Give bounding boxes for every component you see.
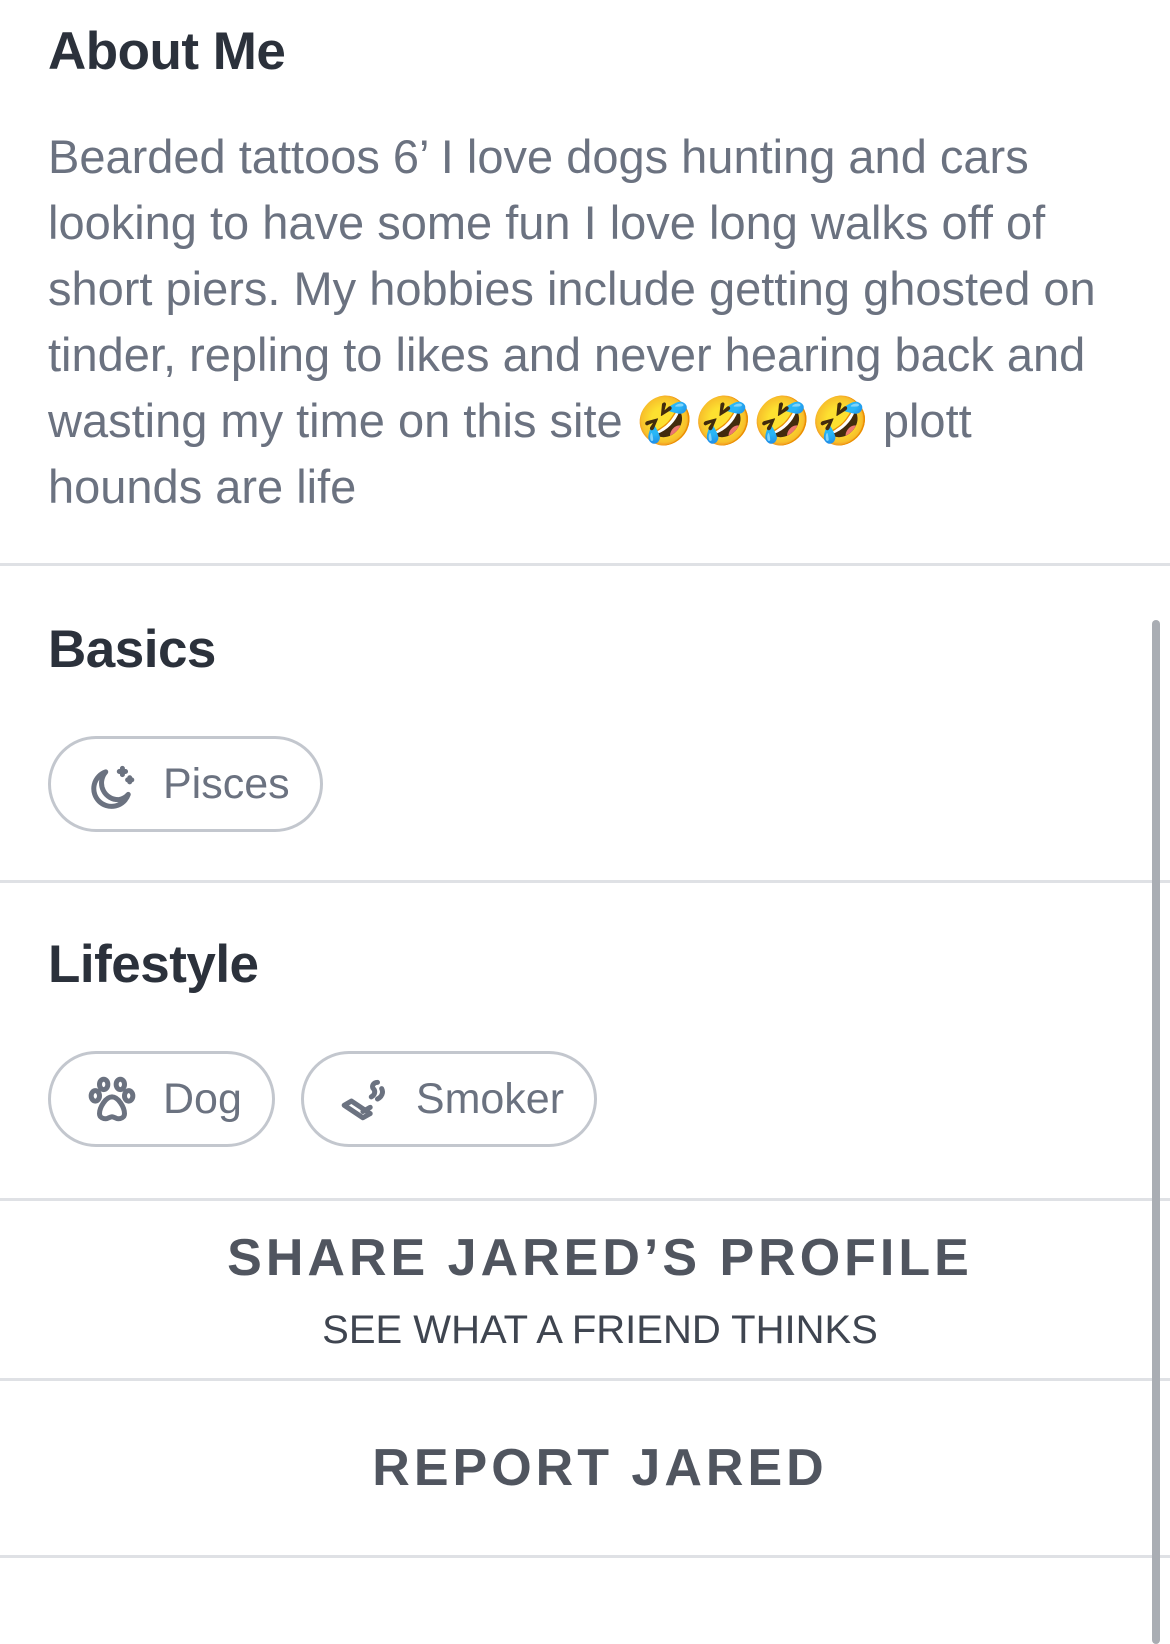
lifestyle-chips: Dog Smoker [48,1051,1122,1147]
share-profile-title: SHARE JARED’S PROFILE [227,1229,973,1287]
chip-pisces[interactable]: Pisces [48,736,323,832]
paw-icon [88,1076,136,1122]
report-button[interactable]: REPORT JARED [0,1381,1170,1558]
lifestyle-title: Lifestyle [48,935,259,994]
cigarette-icon [341,1079,385,1121]
chip-label: Pisces [163,759,290,808]
moon-stars-icon [91,765,135,809]
chip-smoker[interactable]: Smoker [300,1051,598,1147]
scrollbar[interactable] [1152,620,1160,1644]
about-me-title: About Me [48,22,286,81]
share-profile-button[interactable]: SHARE JARED’S PROFILE SEE WHAT A FRIEND … [0,1201,1170,1381]
profile-details-page: About Me Bearded tattoos 6’ I love dogs … [0,0,1170,1644]
chip-label: Dog [163,1074,242,1123]
chip-label: Smoker [415,1074,565,1123]
share-profile-subtitle: SEE WHAT A FRIEND THINKS [322,1308,878,1352]
basics-section: Basics Pisces [0,566,1170,883]
report-title: REPORT JARED [372,1439,828,1497]
basics-chips: Pisces [48,736,1122,832]
about-me-section: About Me Bearded tattoos 6’ I love dogs … [0,0,1170,566]
basics-title: Basics [48,620,216,679]
chip-dog[interactable]: Dog [48,1051,275,1147]
lifestyle-section: Lifestyle Dog Smoker [0,883,1170,1201]
about-me-text: Bearded tattoos 6’ I love dogs hunting a… [48,130,1096,513]
